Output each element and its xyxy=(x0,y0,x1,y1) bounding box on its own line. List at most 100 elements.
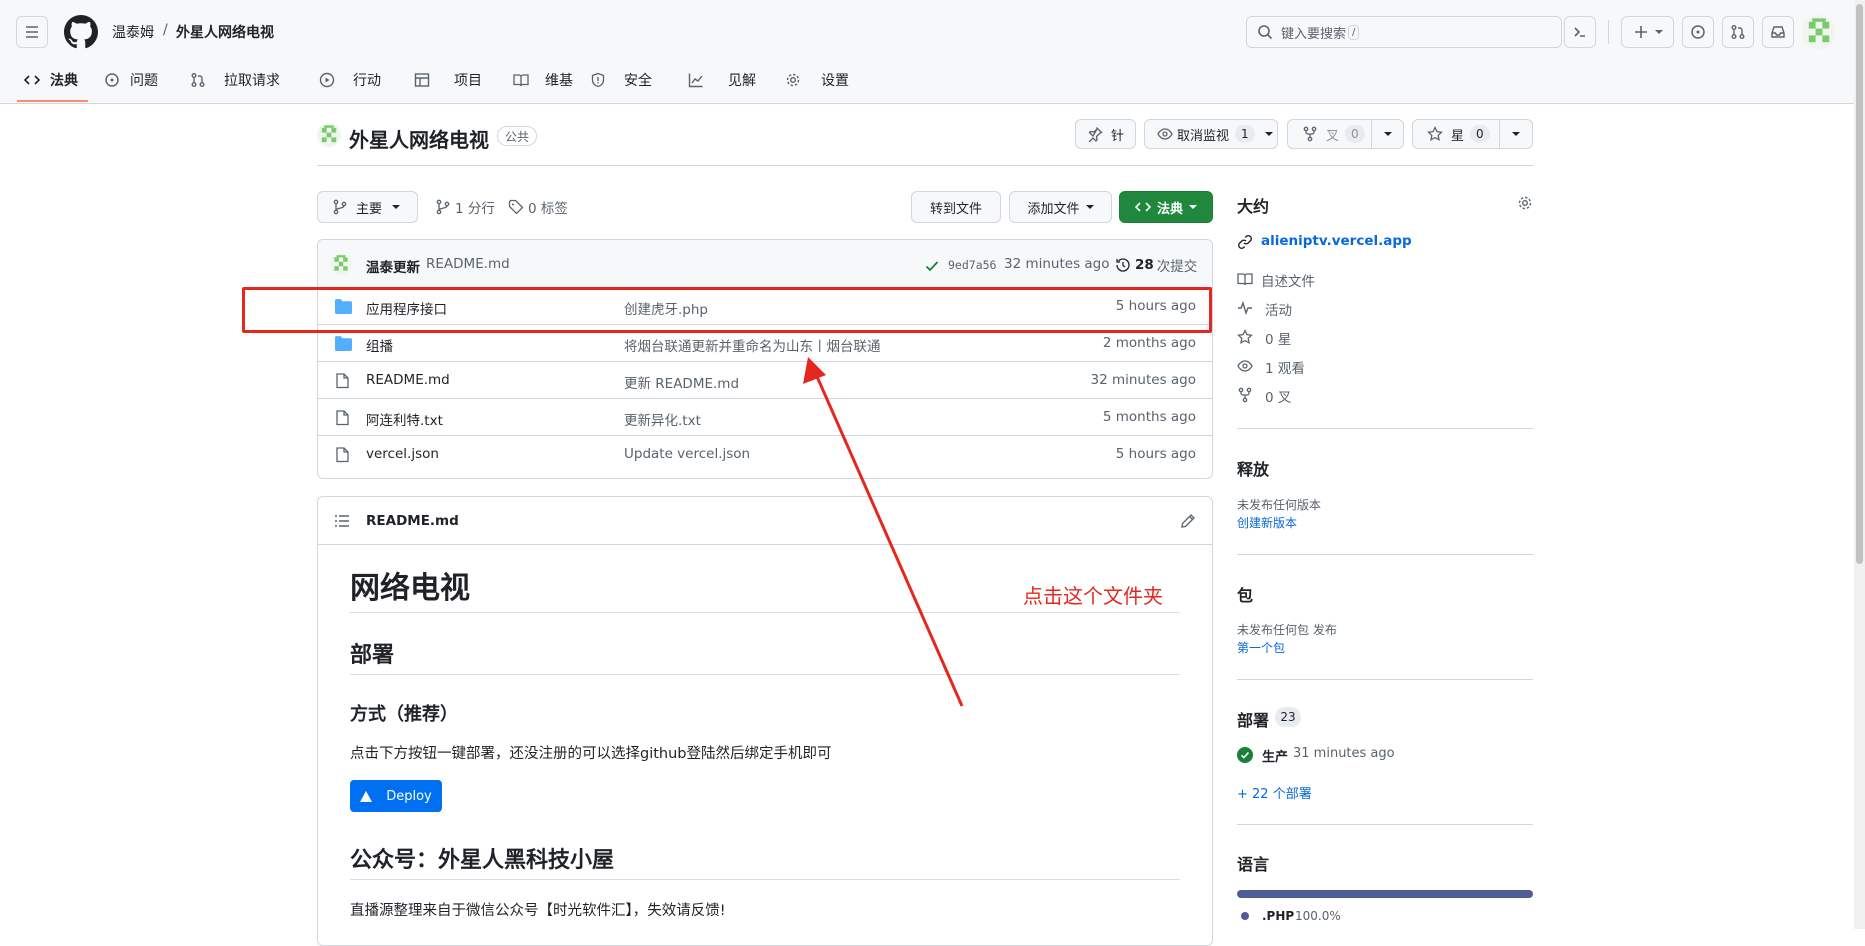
homepage-link[interactable]: alieniptv.vercel.app xyxy=(1261,233,1412,249)
file-commit-message[interactable]: 更新异化.txt xyxy=(624,409,701,429)
commit-author[interactable]: 温泰更新 xyxy=(366,256,420,276)
file-commit-message[interactable]: Update vercel.json xyxy=(624,446,750,462)
annotation-note: 点击这个文件夹 xyxy=(1023,584,1163,608)
tab-security[interactable]: 安全 xyxy=(590,66,652,94)
code-button[interactable]: 法典 xyxy=(1119,191,1213,223)
readme-link[interactable]: 自述文件 xyxy=(1261,270,1315,290)
vercel-triangle-icon xyxy=(360,790,373,802)
go-to-file-button[interactable]: 转到文件 xyxy=(911,191,1001,223)
pin-button[interactable]: 针 xyxy=(1075,119,1136,149)
tab-label: 见解 xyxy=(728,73,756,89)
deploy-button[interactable]: Deploy xyxy=(350,780,442,812)
tab-label: 问题 xyxy=(130,73,158,89)
file-row[interactable]: vercel.json Update vercel.json 5 hours a… xyxy=(318,436,1212,473)
book-icon xyxy=(513,74,529,87)
file-name[interactable]: README.md xyxy=(366,372,450,388)
sidebar-divider xyxy=(1237,428,1533,429)
readme-h2-wechat: 公众号：外星人黑科技小屋 xyxy=(350,848,615,873)
tab-projects[interactable]: 项目 xyxy=(414,66,482,94)
branches-count: 1 分行 xyxy=(455,201,495,217)
inbox-button[interactable] xyxy=(1762,16,1794,48)
watchers-link[interactable]: 1 观看 xyxy=(1265,357,1305,377)
deployment-env[interactable]: 生产 xyxy=(1262,746,1288,765)
pin-label: 针 xyxy=(1110,128,1124,144)
search-input[interactable]: 键入要搜索 / xyxy=(1246,16,1562,48)
pulse-icon xyxy=(1238,300,1252,316)
table-icon xyxy=(414,73,430,87)
chevron-down-icon xyxy=(1654,30,1663,34)
gear-icon[interactable] xyxy=(1517,195,1533,211)
graph-icon xyxy=(688,73,703,88)
tab-label: 安全 xyxy=(624,73,652,89)
go-to-file-label: 转到文件 xyxy=(929,201,982,217)
user-avatar[interactable] xyxy=(1802,15,1836,49)
list-icon[interactable] xyxy=(334,513,350,529)
more-deployments-link[interactable]: + 22 个部署 xyxy=(1237,783,1312,802)
tab-issues[interactable]: 问题 xyxy=(104,66,158,94)
tab-code[interactable]: 法典 xyxy=(24,66,78,94)
tab-pull-requests[interactable]: 拉取请求 xyxy=(190,66,280,94)
create-release-link[interactable]: 创建新版本 xyxy=(1237,514,1297,531)
packages-heading[interactable]: 包 xyxy=(1237,582,1253,606)
releases-empty: 未发布任何版本 xyxy=(1237,498,1322,512)
branch-select-button[interactable]: 主要 xyxy=(317,191,418,223)
commit-sha[interactable]: 9ed7a56 xyxy=(948,258,996,272)
fork-dropdown-button[interactable] xyxy=(1371,119,1404,149)
active-tab-indicator xyxy=(17,100,88,102)
code-icon xyxy=(1134,202,1151,212)
file-name[interactable]: 组播 xyxy=(366,335,393,355)
file-commit-message[interactable]: 将烟台联通更新并重命名为山东丨烟台联通 xyxy=(624,335,881,355)
file-row[interactable]: 阿连利特.txt 更新异化.txt 5 months ago xyxy=(318,399,1212,436)
plus-icon xyxy=(1634,26,1647,38)
scrollbar-thumb[interactable] xyxy=(1856,4,1863,564)
pin-icon xyxy=(1088,127,1103,142)
tab-wiki[interactable]: 维基 xyxy=(513,66,573,94)
activity-link[interactable]: 活动 xyxy=(1265,299,1292,319)
readme-h1: 网络电视 xyxy=(350,571,470,606)
menu-button[interactable] xyxy=(16,16,48,48)
stars-link[interactable]: 0 星 xyxy=(1265,328,1291,348)
watch-count: 1 xyxy=(1235,125,1255,143)
deployments-heading[interactable]: 部署 xyxy=(1237,707,1269,731)
languages-heading: 语言 xyxy=(1237,855,1270,874)
star-count: 0 xyxy=(1470,125,1490,143)
pull-requests-button[interactable] xyxy=(1722,16,1754,48)
sidebar-divider xyxy=(1237,679,1533,680)
tab-label: 行动 xyxy=(353,73,381,89)
watch-label: 取消监视 xyxy=(1177,128,1230,144)
file-row[interactable]: README.md 更新 README.md 32 minutes ago xyxy=(318,362,1212,399)
breadcrumb-owner[interactable]: 温泰姆 xyxy=(112,22,154,42)
breadcrumb-repo[interactable]: 外星人网络电视 xyxy=(176,22,274,42)
tab-insights[interactable]: 见解 xyxy=(688,66,756,94)
deploy-label: Deploy xyxy=(386,788,432,804)
language-name: .PHP xyxy=(1262,909,1295,923)
create-new-button[interactable] xyxy=(1621,16,1674,48)
publish-package-link[interactable]: 第一个包 xyxy=(1237,639,1285,656)
star-button[interactable]: 星 0 xyxy=(1412,119,1500,149)
command-palette-button[interactable] xyxy=(1564,16,1596,48)
github-logo-icon[interactable] xyxy=(64,15,98,49)
star-dropdown-button[interactable] xyxy=(1499,119,1533,149)
branches-link[interactable]: 1 分行 xyxy=(435,197,495,217)
file-name[interactable]: vercel.json xyxy=(366,446,439,462)
commit-message[interactable]: README.md xyxy=(426,256,510,272)
file-commit-message[interactable]: 更新 README.md xyxy=(624,372,739,392)
language-bar xyxy=(1237,890,1533,898)
commit-author-avatar xyxy=(330,253,352,275)
pencil-icon[interactable] xyxy=(1180,513,1196,529)
releases-heading[interactable]: 释放 xyxy=(1237,456,1269,480)
tab-settings[interactable]: 设置 xyxy=(785,66,849,94)
fork-button[interactable]: 叉 0 xyxy=(1287,119,1372,149)
repo-title[interactable]: 外星人网络电视 xyxy=(349,124,489,153)
fork-icon xyxy=(1303,126,1317,142)
add-file-button[interactable]: 添加文件 xyxy=(1009,191,1112,223)
tab-label: 设置 xyxy=(821,73,849,89)
forks-link[interactable]: 0 叉 xyxy=(1265,386,1291,406)
tags-link[interactable]: 0 标签 xyxy=(508,197,568,217)
watch-button[interactable]: 取消监视 1 xyxy=(1144,119,1278,149)
issues-button[interactable] xyxy=(1682,16,1714,48)
file-name[interactable]: 阿连利特.txt xyxy=(366,409,443,429)
commit-history-link[interactable]: 28 次提交 xyxy=(1115,255,1197,275)
breadcrumb-separator: / xyxy=(163,22,168,38)
tab-actions[interactable]: 行动 xyxy=(319,66,381,94)
